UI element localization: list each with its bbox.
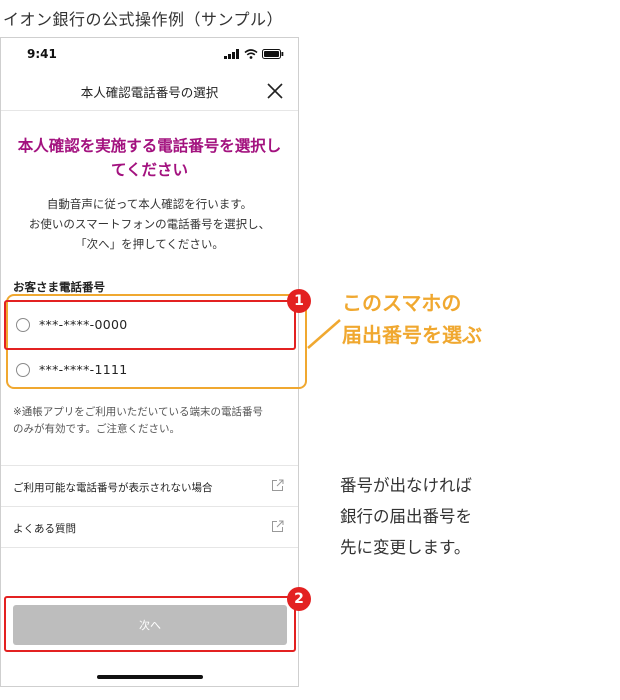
side-note-line: 先に変更します。 [340, 538, 471, 557]
notice-line: のみが有効です。ご注意ください。 [13, 423, 180, 435]
callout-pointer [307, 319, 341, 349]
external-link-icon [272, 479, 284, 491]
red-highlight-option [4, 300, 296, 350]
link-label: よくある質問 [13, 523, 76, 535]
status-time: 9:41 [27, 47, 57, 61]
headline-line: てください [110, 161, 189, 179]
phone-section-label: お客さま電話番号 [13, 280, 105, 294]
status-bar: 9:41 [1, 38, 298, 74]
side-note: 番号が出なければ 銀行の届出番号を 先に変更します。 [340, 470, 472, 563]
screen-title: 本人確認電話番号の選択 [80, 85, 219, 100]
step-badge-2: 2 [287, 587, 311, 611]
home-indicator [97, 675, 203, 679]
instruction-headline: 本人確認を実施する電話番号を選択し てください [11, 134, 288, 182]
signal-icon [224, 49, 239, 59]
instruction-description: 自動音声に従って本人確認を行います。 お使いのスマートフォンの電話番号を選択し、… [9, 194, 290, 254]
status-icons [224, 49, 284, 59]
red-highlight-next [4, 596, 296, 652]
side-note-line: 番号が出なければ [340, 476, 472, 495]
description-line: お使いのスマートフォンの電話番号を選択し、 [28, 217, 271, 231]
callout-line: このスマホの [342, 291, 462, 315]
description-line: 自動音声に従って本人確認を行います。 [46, 197, 253, 211]
battery-icon [262, 49, 284, 59]
description-line: 「次へ」を押してください。 [75, 237, 224, 251]
link-faq[interactable]: よくある質問 [1, 506, 298, 548]
wifi-icon [244, 49, 258, 59]
link-number-not-shown[interactable]: ご利用可能な電話番号が表示されない場合 [1, 465, 298, 506]
side-note-line: 銀行の届出番号を [340, 507, 472, 526]
notice-text: ※通帳アプリをご利用いただいている端末の電話番号 のみが有効です。ご注意ください… [13, 404, 288, 438]
external-link-icon [272, 520, 284, 532]
step-badge-1: 1 [287, 289, 311, 313]
notice-line: ※通帳アプリをご利用いただいている端末の電話番号 [13, 406, 263, 418]
callout-line: 届出番号を選ぶ [342, 323, 482, 347]
headline-line: 本人確認を実施する電話番号を選択し [17, 137, 282, 155]
callout-text: このスマホの 届出番号を選ぶ [342, 287, 482, 351]
page-caption: イオン銀行の公式操作例（サンプル） [3, 10, 284, 29]
link-label: ご利用可能な電話番号が表示されない場合 [13, 482, 213, 494]
close-icon[interactable] [264, 80, 286, 102]
screen-header: 本人確認電話番号の選択 [1, 74, 298, 111]
